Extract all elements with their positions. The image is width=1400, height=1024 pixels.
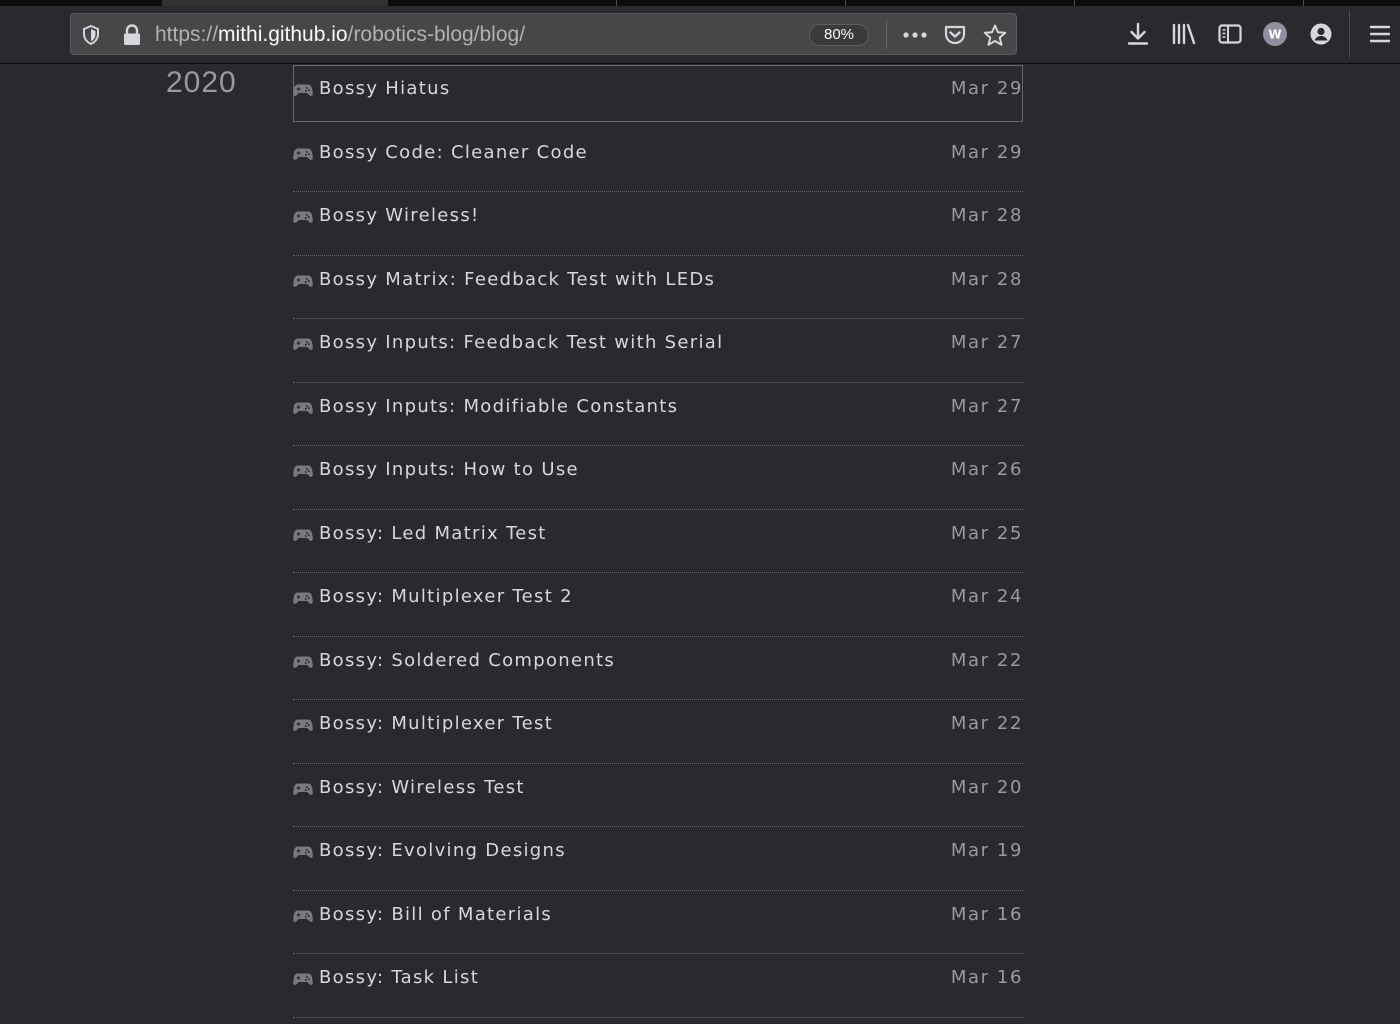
account-avatar-icon[interactable]: W [1261,20,1289,48]
url-scheme: https:// [155,23,219,46]
post-date: Mar 24 [950,586,1023,607]
post-title[interactable]: Bossy Inputs: Feedback Test with Serial [319,332,723,353]
post-list-item[interactable]: Bossy: Soldered Components Mar 22 [293,637,1023,700]
post-list-item[interactable]: Bossy: Led Matrix Test Mar 25 [293,510,1023,573]
post-list-item[interactable]: Bossy: Multiplexer Test 2 Mar 24 [293,573,1023,637]
post-date: Mar 27 [950,332,1023,353]
post-date: Mar 29 [950,141,1023,163]
post-date: Mar 22 [950,713,1023,734]
game-controller-icon [293,273,313,289]
post-list-item[interactable]: Bossy Inputs: Modifiable Constants Mar 2… [293,383,1023,446]
post-list-item[interactable]: Bossy Code: Cleaner Code Mar 29 [293,129,1023,192]
game-controller-icon [293,209,313,225]
post-list-item[interactable]: Bossy Inputs: How to Use Mar 26 [293,446,1023,510]
post-date: Mar 16 [950,967,1023,988]
game-controller-icon [293,654,313,670]
url-host: mithi.github.io [218,23,348,46]
game-controller-icon [293,717,313,733]
post-list-item[interactable]: Bossy Hiatus Mar 29 [293,65,1023,122]
post-title[interactable]: Bossy: Bill of Materials [319,904,552,925]
sidebar-toggle-icon[interactable] [1216,20,1244,48]
post-date: Mar 22 [950,649,1023,671]
post-title[interactable]: Bossy: Task List [319,967,479,988]
game-controller-icon [293,463,313,479]
pocket-icon[interactable] [943,23,967,47]
post-list-item[interactable]: Bossy: Wireless Test Mar 20 [293,764,1023,827]
post-date: Mar 26 [950,459,1023,480]
game-controller-icon [293,146,313,162]
post-list: Bossy Hiatus Mar 29 Bossy Code: Cleaner … [293,65,1023,1018]
tracking-protection-shield-icon[interactable] [79,23,103,47]
library-icon[interactable] [1170,20,1198,48]
url-path: /robotics-blog/blog/ [347,23,526,46]
game-controller-icon [293,781,313,797]
post-title[interactable]: Bossy Inputs: How to Use [319,459,579,480]
game-controller-icon [293,908,313,924]
post-title[interactable]: Bossy: Led Matrix Test [319,523,547,544]
post-list-item[interactable]: Bossy: Multiplexer Test Mar 22 [293,700,1023,764]
post-date: Mar 27 [950,395,1023,417]
game-controller-icon [293,527,313,543]
post-list-item[interactable]: Bossy: Bill of Materials Mar 16 [293,891,1023,954]
post-list-item[interactable]: Bossy Inputs: Feedback Test with Serial … [293,319,1023,383]
post-date: Mar 16 [950,903,1023,925]
post-title[interactable]: Bossy: Wireless Test [319,777,525,798]
post-title[interactable]: Bossy: Multiplexer Test 2 [319,586,573,607]
bookmark-star-icon[interactable] [983,23,1007,47]
post-date: Mar 28 [950,205,1023,226]
url-bar-divider [886,21,887,49]
lock-icon[interactable] [120,23,144,47]
post-date: Mar 29 [950,78,1023,99]
game-controller-icon [293,400,313,416]
toolbar-separator [1349,10,1350,58]
post-title[interactable]: Bossy Matrix: Feedback Test with LEDs [319,269,715,290]
account-initial: W [1268,28,1281,42]
archive-year-heading: 2020 [166,66,237,99]
post-list-item[interactable]: Bossy: Evolving Designs Mar 19 [293,827,1023,891]
post-title[interactable]: Bossy Hiatus [319,78,451,99]
zoom-reset-button[interactable]: 80% [809,24,869,46]
post-title[interactable]: Bossy Code: Cleaner Code [319,142,588,163]
game-controller-icon [293,336,313,352]
url-bar[interactable]: https://mithi.github.io/robotics-blog/bl… [70,13,1017,55]
game-controller-icon [293,590,313,606]
post-date: Mar 25 [950,522,1023,544]
post-title[interactable]: Bossy: Evolving Designs [319,840,566,861]
post-title[interactable]: Bossy: Soldered Components [319,650,615,671]
downloads-icon[interactable] [1124,20,1152,48]
post-date: Mar 20 [950,776,1023,798]
post-list-item[interactable]: Bossy Wireless! Mar 28 [293,192,1023,256]
game-controller-icon [293,82,313,98]
post-list-item[interactable]: Bossy: Task List Mar 16 [293,954,1023,1018]
post-list-item[interactable]: Bossy Matrix: Feedback Test with LEDs Ma… [293,256,1023,319]
game-controller-icon [293,844,313,860]
post-title[interactable]: Bossy Wireless! [319,205,480,226]
firefox-account-icon[interactable] [1307,20,1335,48]
hamburger-menu-icon[interactable] [1366,20,1394,48]
browser-toolbar: https://mithi.github.io/robotics-blog/bl… [0,0,1400,64]
post-title[interactable]: Bossy: Multiplexer Test [319,713,553,734]
url-text[interactable]: https://mithi.github.io/robotics-blog/bl… [155,22,525,48]
post-date: Mar 19 [950,840,1023,861]
game-controller-icon [293,971,313,987]
post-date: Mar 28 [950,268,1023,290]
page-actions-menu-icon[interactable] [903,23,927,47]
post-title[interactable]: Bossy Inputs: Modifiable Constants [319,396,678,417]
